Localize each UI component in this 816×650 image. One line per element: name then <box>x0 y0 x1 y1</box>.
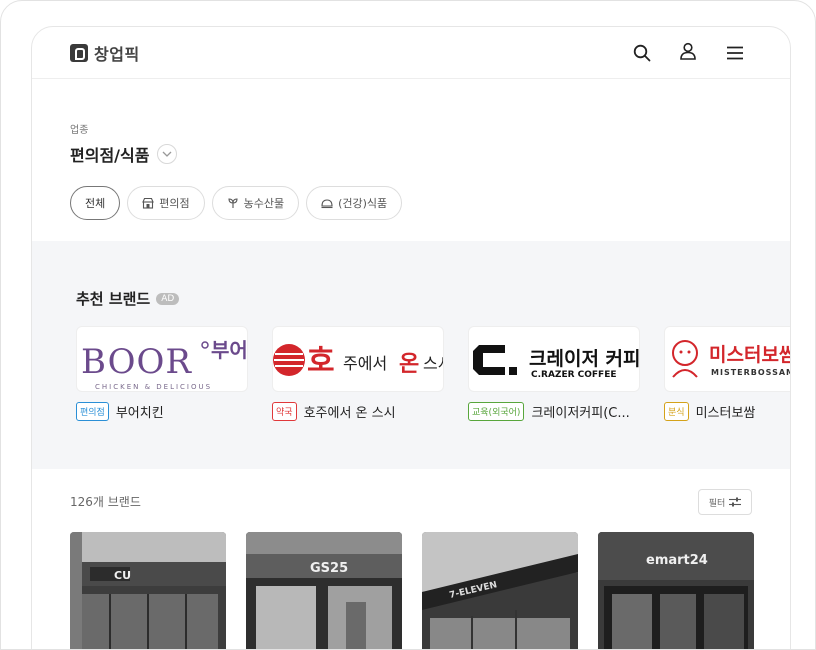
chip-label: 편의점 <box>159 197 190 210</box>
svg-text:GS25: GS25 <box>310 561 348 576</box>
category-chips: 전체 편의점 농수산물 (건강)식품 <box>70 186 403 220</box>
sector-label: 업종 <box>70 125 89 136</box>
brand-photo-cu[interactable]: CU <box>70 532 226 649</box>
recommended-brands-section: 추천 브랜드 AD BOOR 부어 CHICKEN & DELICIOUS 편의… <box>32 241 791 469</box>
brand-name: 호주에서 온 스시 <box>303 406 396 421</box>
sprout-icon <box>228 198 238 208</box>
sector-value: 편의점/식품 <box>70 146 150 165</box>
svg-text:C.RAZER COFFEE: C.RAZER COFFEE <box>531 370 617 380</box>
app-window: 창업픽 업종 편의점/식품 전체 편의점 농수산물 (건강)식품 추천 브랜드 … <box>31 26 791 649</box>
category-tag: 약국 <box>272 402 297 421</box>
category-tag: 편의점 <box>76 402 109 421</box>
top-header: 창업픽 <box>32 27 790 79</box>
category-tag: 분식 <box>664 402 689 421</box>
svg-text:CU: CU <box>114 569 131 582</box>
sliders-icon <box>729 497 742 507</box>
brand-logo: 호 주에서 온 스시 <box>272 326 444 392</box>
svg-text:부어: 부어 <box>211 338 248 362</box>
svg-text:온: 온 <box>399 351 419 377</box>
chip-label: 농수산물 <box>243 197 285 210</box>
svg-text:스시: 스시 <box>423 354 444 373</box>
brand-card[interactable]: 미스터보쌈 MISTERBOSSAM 분식 미스터보쌈 <box>664 326 791 421</box>
browser-frame: 창업픽 업종 편의점/식품 전체 편의점 농수산물 (건강)식품 추천 브랜드 … <box>0 0 816 650</box>
brand-photo-7eleven[interactable]: 7-ELEVEN <box>422 532 578 649</box>
chip-label: 전체 <box>85 197 106 210</box>
brand-card[interactable]: 호 주에서 온 스시 약국 호주에서 온 스시 <box>272 326 444 421</box>
svg-text:호: 호 <box>307 344 335 379</box>
brand-name: 부어치킨 <box>115 406 164 421</box>
user-icon[interactable] <box>677 40 699 62</box>
filter-button[interactable]: 필터 <box>698 489 752 515</box>
brand-logo: BOOR 부어 CHICKEN & DELICIOUS <box>76 326 248 392</box>
brand-photo-emart24[interactable]: emart24 <box>598 532 754 649</box>
brand-logo: 미스터보쌈 MISTERBOSSAM <box>664 326 791 392</box>
section-title: 추천 브랜드 <box>76 290 151 308</box>
svg-text:주에서: 주에서 <box>343 354 387 373</box>
brand-card[interactable]: BOOR 부어 CHICKEN & DELICIOUS 편의점 부어치킨 <box>76 326 248 421</box>
filter-label: 필터 <box>708 498 726 509</box>
chip-convenience-store[interactable]: 편의점 <box>127 186 205 220</box>
sector-selector[interactable]: 업종 편의점/식품 <box>70 121 178 166</box>
brand-logo: 크레이저 커피 C.RAZER COFFEE <box>468 326 640 392</box>
brand-count: 126개 브랜드 <box>70 495 141 509</box>
app-logo[interactable]: 창업픽 <box>70 41 140 65</box>
brand-card[interactable]: 크레이저 커피 C.RAZER COFFEE 교육(외국어) 크레이저커피(C.… <box>468 326 640 421</box>
food-icon <box>321 199 333 209</box>
logo-text: 창업픽 <box>94 45 140 64</box>
svg-text:MISTERBOSSAM: MISTERBOSSAM <box>711 368 791 377</box>
chip-agriculture[interactable]: 농수산물 <box>211 186 300 220</box>
category-tag: 교육(외국어) <box>468 402 525 421</box>
svg-text:크레이저 커피: 크레이저 커피 <box>529 348 640 370</box>
chevron-down-icon[interactable] <box>157 144 178 164</box>
brand-name: 크레이저커피(C... <box>531 406 630 421</box>
brand-name: 미스터보쌈 <box>695 406 756 421</box>
menu-icon[interactable] <box>724 42 746 64</box>
chip-label: (건강)식품 <box>338 197 388 210</box>
svg-text:CHICKEN & DELICIOUS: CHICKEN & DELICIOUS <box>95 383 212 391</box>
brand-photo-gs25[interactable]: GS25 <box>246 532 402 649</box>
svg-text:emart24: emart24 <box>646 553 708 568</box>
chip-all[interactable]: 전체 <box>70 186 121 220</box>
chip-health-food[interactable]: (건강)식품 <box>306 186 403 220</box>
search-icon[interactable] <box>631 42 653 64</box>
ad-badge: AD <box>156 292 180 305</box>
store-icon <box>142 197 155 209</box>
svg-text:미스터보쌈: 미스터보쌈 <box>709 344 791 366</box>
logo-icon <box>70 44 88 62</box>
svg-text:BOOR: BOOR <box>81 342 192 382</box>
